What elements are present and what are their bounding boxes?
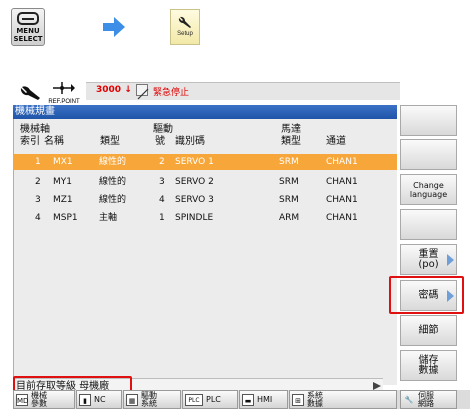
system-data-icon: ⊞ [292, 393, 304, 406]
wrench-icon [20, 86, 40, 100]
setup-key[interactable]: Setup [170, 9, 200, 45]
alarm-bar [86, 82, 400, 100]
chevron-right-icon [447, 253, 454, 266]
cell-index: 1 [35, 157, 41, 167]
change-language-button[interactable]: Change language [400, 174, 457, 205]
cell-drive: 4 [159, 195, 165, 205]
cell-channel: CHAN1 [326, 157, 358, 167]
wrench-icon [178, 16, 191, 28]
alarm-code: 3000 ↓ [96, 85, 132, 95]
alarm-ack-icon[interactable] [136, 84, 149, 100]
column-header-motor-type: 類型 [281, 136, 301, 147]
cell-name: MX1 [53, 157, 73, 167]
md-icon: MD [16, 393, 28, 406]
column-header-channel: 通道 [326, 136, 346, 147]
cell-identifier: SPINDLE [175, 213, 214, 223]
machine-params-button[interactable]: MD 機械 參數 [13, 390, 75, 409]
change-language-label: Change language [409, 180, 448, 199]
wrench-icon: 🔧 [404, 395, 414, 404]
page-arrow-icon[interactable] [372, 382, 382, 390]
save-data-label: 儲存 數據 [418, 354, 439, 376]
machine-params-label: 機械 參數 [31, 390, 47, 408]
drive-system-button[interactable]: ▦ 驅動 系統 [123, 390, 181, 409]
cell-identifier: SERVO 2 [175, 177, 214, 187]
cell-index: 2 [35, 177, 41, 187]
softkey-4[interactable] [400, 209, 457, 240]
cell-drive: 2 [159, 157, 165, 167]
menu-select-key[interactable]: MENU SELECT [11, 8, 45, 46]
cell-motor: SRM [279, 177, 299, 187]
details-label: 細節 [418, 325, 439, 336]
refpoint-icon [53, 82, 75, 94]
right-arrow-icon [103, 17, 125, 37]
table-row[interactable]: 3 MZ1 線性的 4 SERVO 3 SRM CHAN1 [13, 192, 397, 208]
plc-icon: PLC [185, 393, 203, 406]
menu-select-label: MENU SELECT [13, 27, 43, 43]
column-header-drive: 驅動 [153, 124, 173, 135]
page-title: 機械規畫 [13, 105, 397, 119]
nc-icon: ▮ [79, 393, 91, 406]
cell-name: MY1 [53, 177, 72, 187]
drive-system-label: 驅動 系統 [141, 390, 157, 408]
password-highlight [389, 276, 464, 314]
cell-type: 線性的 [99, 177, 127, 187]
service-network-button[interactable]: 🔧 伺服 網路 [400, 390, 457, 409]
column-header-type: 類型 [100, 136, 120, 147]
details-button[interactable]: 細節 [400, 315, 457, 346]
cell-motor: ARM [279, 213, 300, 223]
cell-name: MSP1 [53, 213, 78, 223]
system-data-label: 系統 數據 [307, 390, 323, 408]
cell-channel: CHAN1 [326, 195, 358, 205]
reset-po-label: 重置 (po) [418, 248, 439, 270]
column-header-motor: 馬達 [281, 124, 301, 135]
nc-button[interactable]: ▮ NC [76, 390, 122, 409]
softkey-2[interactable] [400, 139, 457, 170]
alarm-text: 緊急停止 [153, 88, 190, 98]
table-row[interactable]: 2 MY1 線性的 3 SERVO 2 SRM CHAN1 [13, 174, 397, 190]
cell-identifier: SERVO 3 [175, 195, 214, 205]
cell-name: MZ1 [53, 195, 73, 205]
setup-label: Setup [177, 31, 193, 37]
column-header-name: 名稱 [44, 136, 64, 147]
reset-po-button[interactable]: 重置 (po) [400, 244, 457, 275]
table-row[interactable]: 4 MSP1 主軸 1 SPINDLE ARM CHAN1 [13, 210, 397, 226]
cell-motor: SRM [279, 195, 299, 205]
hmi-icon: ▬ [242, 393, 254, 406]
cell-identifier: SERVO 1 [175, 157, 214, 167]
cell-channel: CHAN1 [326, 177, 358, 187]
drive-icon: ▦ [126, 393, 138, 406]
cell-index: 4 [35, 213, 41, 223]
column-header-identifier: 識別碼 [175, 136, 205, 147]
cell-type: 線性的 [99, 195, 127, 205]
cell-index: 3 [35, 195, 41, 205]
cell-motor: SRM [279, 157, 299, 167]
cell-drive: 3 [159, 177, 165, 187]
column-header-index: 索引 [20, 136, 40, 147]
save-data-button[interactable]: 儲存 數據 [400, 350, 457, 381]
nc-label: NC [94, 394, 106, 404]
column-header-axis: 機械軸 [20, 124, 50, 135]
plc-button[interactable]: PLC PLC [182, 390, 238, 409]
refpoint-indicator: REF.POINT [44, 80, 84, 105]
cell-drive: 1 [159, 213, 165, 223]
cell-type: 線性的 [99, 157, 127, 167]
service-network-label: 伺服 網路 [418, 390, 434, 408]
hmi-button[interactable]: ▬ HMI [239, 390, 288, 409]
cell-channel: CHAN1 [326, 213, 358, 223]
plc-label: PLC [206, 394, 221, 404]
system-data-button[interactable]: ⊞ 系統 數據 [289, 390, 397, 409]
hmi-label: HMI [257, 394, 273, 404]
menu-select-icon [17, 12, 39, 25]
cell-type: 主軸 [99, 213, 118, 223]
column-header-drive-no: 號 [155, 136, 165, 147]
table-row[interactable]: 1 MX1 線性的 2 SERVO 1 SRM CHAN1 [13, 154, 397, 170]
softkey-1[interactable] [400, 105, 457, 136]
